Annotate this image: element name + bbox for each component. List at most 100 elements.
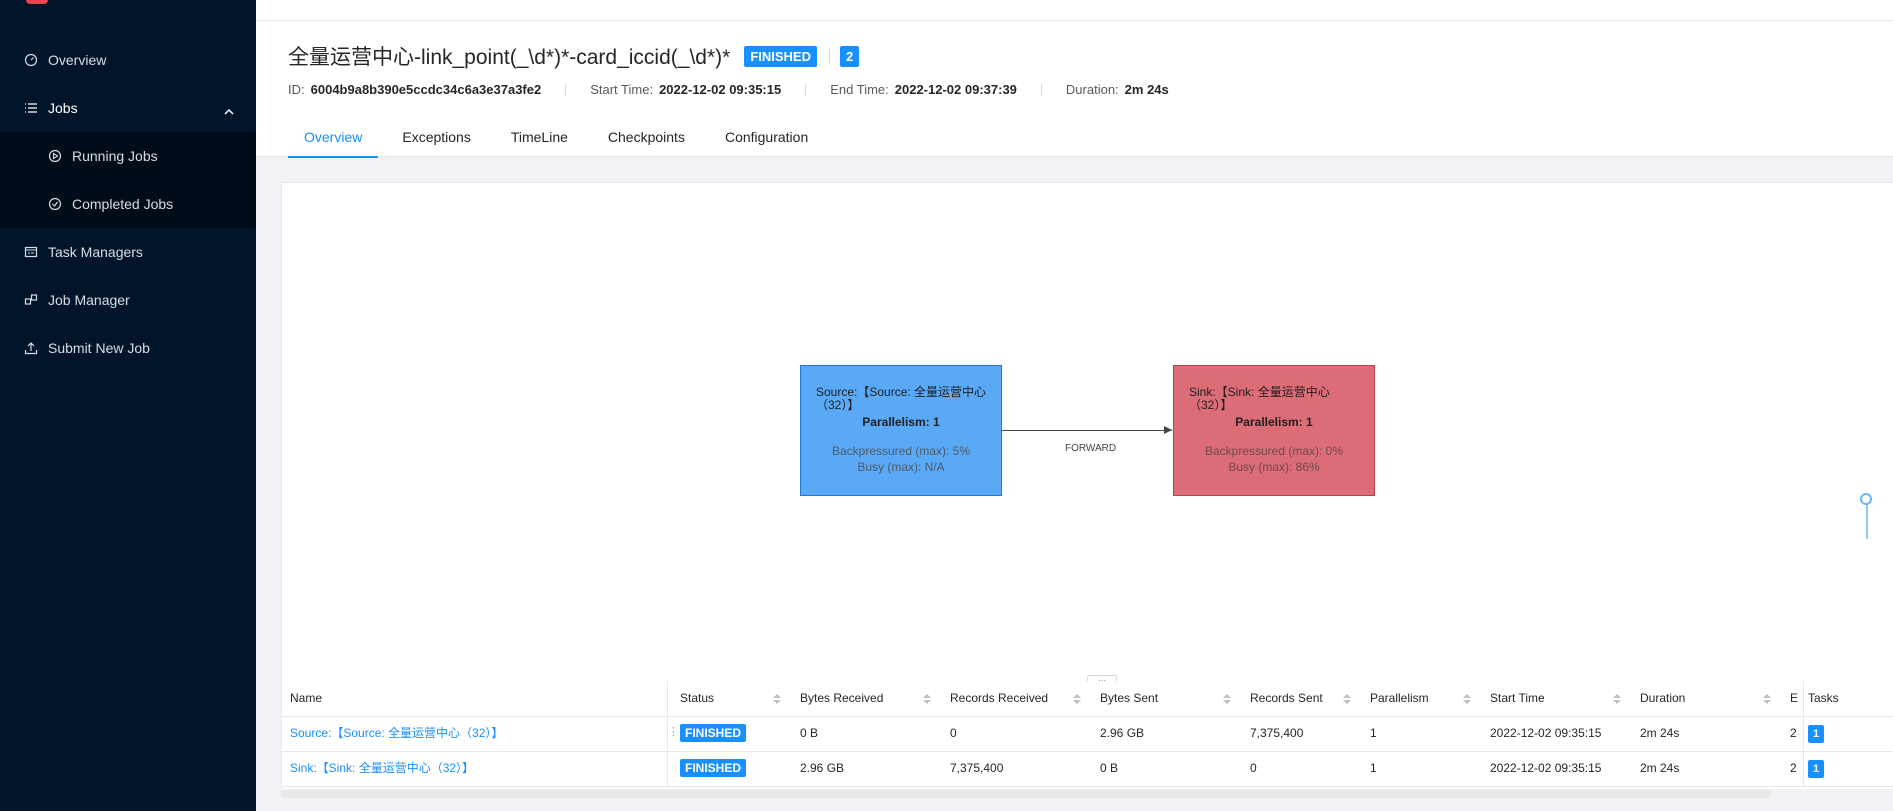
col-header-bytes-received[interactable]: Bytes Received xyxy=(800,681,920,716)
divider xyxy=(565,83,567,96)
source-node[interactable]: Source:【Source: 全量运营中心（32）】 Parallelism:… xyxy=(800,365,1002,496)
tab-timeline[interactable]: TimeLine xyxy=(495,124,584,156)
top-bar xyxy=(256,0,1893,21)
tab-overview[interactable]: Overview xyxy=(288,124,379,158)
sidebar-item-label: Task Managers xyxy=(48,244,143,260)
records-received-cell: 0 xyxy=(950,726,957,740)
sidebar-item-jobs[interactable]: Jobs xyxy=(0,84,256,132)
start-time-cell: 2022-12-02 09:35:15 xyxy=(1490,726,1602,740)
duration-cell: 2m 24s xyxy=(1640,761,1680,775)
records-sent-cell: 0 xyxy=(1250,761,1257,775)
col-header-parallelism[interactable]: Parallelism xyxy=(1370,681,1470,716)
tab-exceptions[interactable]: Exceptions xyxy=(386,124,486,156)
col-header-end-time[interactable]: E xyxy=(1790,681,1798,716)
chevron-up-icon xyxy=(224,103,234,119)
arrow-head-icon xyxy=(1164,426,1172,434)
start-time-label: Start Time: xyxy=(590,82,654,97)
col-header-name: Name xyxy=(282,681,668,716)
col-header-records-received[interactable]: Records Received xyxy=(950,681,1075,716)
sidebar-item-label: Completed Jobs xyxy=(72,196,174,212)
vertex-name-link[interactable]: Source:【Source: 全量运营中心（32）】 xyxy=(282,716,668,751)
divider xyxy=(1040,83,1042,96)
sort-icon[interactable] xyxy=(1763,694,1771,704)
node-busy: Busy (max): N/A xyxy=(857,460,945,474)
parallelism-cell: 1 xyxy=(1370,761,1377,775)
sort-icon[interactable] xyxy=(773,694,781,704)
duration-label: Duration: xyxy=(1065,82,1119,97)
job-graph[interactable]: Source:【Source: 全量运营中心（32）】 Parallelism:… xyxy=(281,182,1893,687)
sidebar-item-running-jobs[interactable]: Running Jobs xyxy=(0,132,256,180)
end-time-cell: 2 xyxy=(1790,761,1797,775)
upload-icon xyxy=(24,341,38,355)
node-metrics: Backpressured (max): 5% Busy (max): N/A xyxy=(801,443,1001,475)
node-name: Sink:【Sink: 全量运营中心（32）】 xyxy=(1189,385,1330,412)
jobs-submenu: Running Jobs Completed Jobs xyxy=(0,132,256,228)
job-meta: ID: 6004b9a8b390e5ccdc34c6a3e37a3fe2 Sta… xyxy=(288,82,1169,97)
divider xyxy=(805,83,807,96)
sort-icon[interactable] xyxy=(923,694,931,704)
graph-edge xyxy=(1002,430,1172,431)
col-header-bytes-sent[interactable]: Bytes Sent xyxy=(1100,681,1220,716)
job-count-badge: 2 xyxy=(839,45,860,67)
sort-icon[interactable] xyxy=(1343,694,1351,704)
sidebar-item-label: Running Jobs xyxy=(72,148,158,164)
table-header: Name Status Bytes Received Records Recei… xyxy=(282,681,1893,717)
sidebar-item-submit-new-job[interactable]: Submit New Job xyxy=(0,324,256,372)
status-badge: FINISHED xyxy=(680,724,747,742)
tab-configuration[interactable]: Configuration xyxy=(709,124,824,156)
job-status-badge: FINISHED xyxy=(744,45,817,67)
tasks-cell: 1 xyxy=(1803,716,1868,751)
sidebar-item-overview[interactable]: Overview xyxy=(0,36,256,84)
sort-icon[interactable] xyxy=(1223,694,1231,704)
bytes-sent-cell: 2.96 GB xyxy=(1100,726,1145,740)
parallelism-cell: 1 xyxy=(1370,726,1377,740)
start-time-cell: 2022-12-02 09:35:15 xyxy=(1490,761,1602,775)
column-resize-handle[interactable]: ⋮ xyxy=(668,725,679,738)
col-header-status[interactable]: Status xyxy=(680,681,780,716)
horizontal-scrollbar[interactable] xyxy=(281,790,1771,798)
task-count-badge[interactable]: 1 xyxy=(1808,725,1825,743)
sort-icon[interactable] xyxy=(1073,694,1081,704)
table-row[interactable]: Sink:【Sink: 全量运营中心（32）】 FINISHED 2.96 GB… xyxy=(282,751,1893,787)
node-metrics: Backpressured (max): 0% Busy (max): 86% xyxy=(1174,443,1374,475)
tab-checkpoints[interactable]: Checkpoints xyxy=(592,124,701,156)
vertex-name-link[interactable]: Sink:【Sink: 全量运营中心（32）】 xyxy=(282,751,668,786)
sidebar-item-job-manager[interactable]: Job Manager xyxy=(0,276,256,324)
job-tabs: Overview Exceptions TimeLine Checkpoints… xyxy=(288,124,832,158)
bytes-received-cell: 2.96 GB xyxy=(800,761,845,775)
status-cell: FINISHED xyxy=(680,716,780,751)
node-busy: Busy (max): 86% xyxy=(1228,460,1320,474)
sort-icon[interactable] xyxy=(1463,694,1471,704)
sink-node[interactable]: Sink:【Sink: 全量运营中心（32）】 Parallelism: 1 B… xyxy=(1173,365,1375,496)
job-id: 6004b9a8b390e5ccdc34c6a3e37a3fe2 xyxy=(310,82,542,97)
vertex-table: Name Status Bytes Received Records Recei… xyxy=(281,681,1893,789)
sidebar-item-task-managers[interactable]: Task Managers xyxy=(0,228,256,276)
end-time-cell: 2 xyxy=(1790,726,1797,740)
schedule-icon xyxy=(24,245,38,259)
duration-cell: 2m 24s xyxy=(1640,726,1680,740)
bytes-received-cell: 0 B xyxy=(800,726,819,740)
node-parallelism: Parallelism: 1 xyxy=(862,415,940,429)
node-backpressure: Backpressured (max): 5% xyxy=(831,444,971,458)
task-count-badge[interactable]: 1 xyxy=(1808,760,1825,778)
sidebar-item-label: Submit New Job xyxy=(48,340,150,356)
list-icon xyxy=(24,101,38,115)
sort-icon[interactable] xyxy=(1613,694,1621,704)
status-badge: FINISHED xyxy=(680,759,747,777)
job-title: 全量运营中心-link_point(_\d*)*-card_iccid(_\d*… xyxy=(288,46,731,69)
col-header-start-time[interactable]: Start Time xyxy=(1490,681,1600,716)
job-header: 全量运营中心-link_point(_\d*)*-card_iccid(_\d*… xyxy=(256,21,1893,158)
id-label: ID: xyxy=(288,82,305,97)
sidebar-item-completed-jobs[interactable]: Completed Jobs xyxy=(0,180,256,228)
cluster-icon xyxy=(24,293,38,307)
check-circle-icon xyxy=(48,197,62,211)
col-header-duration[interactable]: Duration xyxy=(1640,681,1740,716)
title-row: 全量运营中心-link_point(_\d*)*-card_iccid(_\d*… xyxy=(288,41,860,71)
bytes-sent-cell: 0 B xyxy=(1100,761,1119,775)
logo xyxy=(26,0,48,4)
dashboard-icon xyxy=(24,53,38,67)
edge-label: FORWARD xyxy=(1065,443,1117,454)
zoom-slider-handle[interactable] xyxy=(1860,493,1872,505)
table-row[interactable]: Source:【Source: 全量运营中心（32）】 FINISHED 0 B… xyxy=(282,716,1893,752)
status-cell: FINISHED xyxy=(680,751,780,786)
